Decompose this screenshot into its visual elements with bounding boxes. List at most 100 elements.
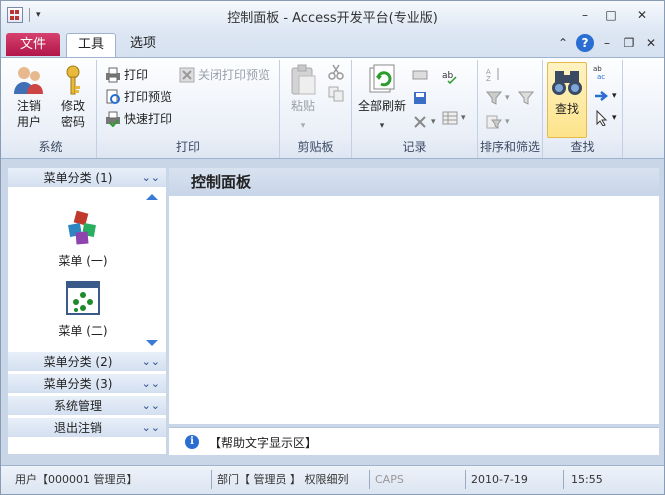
doc-restore-icon[interactable]: ❐ (620, 34, 638, 52)
content-title: 控制面板 (169, 168, 659, 196)
collapse-ribbon-icon[interactable]: ⌃ (554, 34, 572, 52)
window-controls: – □ ✕ (572, 5, 660, 25)
print-preview-icon (105, 89, 121, 105)
doc-minimize-icon[interactable]: – (598, 34, 616, 52)
cut-button[interactable] (328, 64, 344, 80)
ribbon-right-controls: ⌃ ? – ❐ ✕ (554, 34, 660, 52)
tab-options[interactable]: 选项 (121, 33, 165, 57)
replace-button[interactable]: ab ac (593, 64, 609, 81)
new-record-icon (412, 66, 428, 82)
help-icon[interactable]: ? (576, 34, 594, 52)
quick-print-icon (105, 111, 121, 127)
new-record-button[interactable] (412, 66, 428, 82)
nav-category-1[interactable]: 菜单分类 (1) ⌄⌄ (8, 168, 166, 188)
advanced-filter-button[interactable]: ▾ (486, 114, 510, 130)
spelling-icon: ab (442, 68, 458, 85)
chevron-down-icon: ⌄⌄ (141, 377, 160, 390)
svg-text:ac: ac (597, 73, 605, 80)
close-button[interactable]: ✕ (624, 5, 660, 25)
delete-icon (412, 114, 428, 130)
save-icon (412, 90, 428, 106)
binoculars-icon (550, 67, 584, 99)
close-preview-icon (179, 67, 195, 83)
users-icon (12, 64, 46, 96)
menu-item-1[interactable]: 菜单 (一) (38, 210, 128, 269)
key-icon (56, 64, 90, 96)
info-icon: i (185, 435, 199, 449)
toggle-filter-button[interactable] (517, 90, 535, 106)
paste-button[interactable]: 粘贴 ▾ (286, 64, 320, 134)
paste-dropdown-icon[interactable]: ▾ (286, 118, 320, 134)
copy-icon (328, 86, 344, 102)
refresh-icon (365, 64, 399, 96)
refresh-all-button[interactable]: 全部刷新 ▾ (356, 64, 408, 134)
logout-user-button[interactable]: 注销用户 (11, 64, 47, 130)
close-print-preview-button[interactable]: 关闭打印预览 (179, 66, 270, 83)
quick-print-button[interactable]: 快速打印 (105, 110, 172, 127)
minimize-button[interactable]: – (572, 5, 598, 25)
workspace: 菜单分类 (1) ⌄⌄ 菜单 (一) 菜单 (二) 菜单分类 (2) ⌄⌄ 菜单… (1, 159, 664, 465)
status-bar: 用户【000001 管理员】 部门【 管理员 】 权限细列 CAPS 2010-… (1, 465, 664, 494)
printer-icon (105, 67, 121, 83)
group-print: 打印 打印预览 快速打印 关闭打印预览 打印 (97, 60, 280, 158)
spelling-button[interactable]: ab (442, 68, 458, 85)
advanced-filter-icon (486, 114, 502, 130)
nav-category-logout[interactable]: 退出注销 ⌄⌄ (8, 418, 166, 438)
save-record-button[interactable] (412, 90, 428, 106)
find-label: 查找 (554, 102, 579, 116)
sort-asc-button[interactable]: AZ (486, 66, 502, 83)
tab-file[interactable]: 文件 (6, 33, 60, 56)
scroll-up-icon[interactable] (146, 194, 158, 200)
status-time: 15:55 (571, 473, 603, 486)
refresh-dropdown-icon[interactable]: ▾ (356, 118, 408, 134)
content-area: 控制面板 (169, 168, 659, 424)
menu-item-2-label: 菜单 (二) (58, 324, 108, 338)
nav-category-2[interactable]: 菜单分类 (2) ⌄⌄ (8, 352, 166, 372)
change-password-label: 修改密码 (60, 99, 85, 129)
window-title: 控制面板 - Access开发平台(专业版) (227, 11, 438, 26)
status-separator (465, 470, 466, 489)
more-records-button[interactable]: ▾ (442, 110, 466, 126)
title-bar: ▾ 控制面板 - Access开发平台(专业版) – □ ✕ (1, 1, 664, 31)
logout-user-label: 注销用户 (16, 99, 41, 129)
print-button[interactable]: 打印 (105, 66, 148, 83)
chevron-down-icon: ⌄⌄ (141, 171, 160, 184)
tab-tools[interactable]: 工具 (66, 33, 116, 57)
filter-icon (485, 90, 503, 106)
chevron-down-icon: ⌄⌄ (141, 399, 160, 412)
status-user: 用户【000001 管理员】 (15, 473, 138, 486)
svg-text:Z: Z (486, 75, 491, 82)
print-preview-label: 打印预览 (124, 90, 173, 104)
group-sort-filter-label: 排序和筛选 (479, 140, 540, 154)
svg-text:ab: ab (593, 65, 602, 73)
group-records-label: 记录 (402, 140, 427, 154)
delete-record-button[interactable]: ▾ (412, 114, 436, 130)
print-preview-button[interactable]: 打印预览 (105, 88, 172, 105)
group-find-label: 查找 (570, 140, 595, 154)
ribbon: 注销用户 修改密码 系统 打印 打印预览 快速打印 关闭打印预览 打印 粘贴 ▾… (1, 57, 664, 159)
svg-text:ab: ab (442, 71, 454, 81)
select-button[interactable]: ▾ (593, 109, 617, 127)
group-sort-filter: AZ ▾ ▾ 排序和筛选 (478, 60, 543, 158)
status-separator (369, 470, 370, 489)
goto-button[interactable]: ▾ (593, 88, 617, 104)
app-window: ▾ 控制面板 - Access开发平台(专业版) – □ ✕ 文件 工具 选项 … (0, 0, 665, 495)
filter-button[interactable]: ▾ (485, 90, 510, 106)
nav-category-system[interactable]: 系统管理 ⌄⌄ (8, 396, 166, 416)
maximize-button[interactable]: □ (598, 5, 624, 25)
scissors-icon (328, 64, 344, 80)
close-print-preview-label: 关闭打印预览 (198, 68, 271, 82)
funnel-icon (517, 90, 535, 106)
change-password-button[interactable]: 修改密码 (55, 64, 91, 130)
group-clipboard-label: 剪贴板 (297, 140, 334, 154)
find-button[interactable]: 查找 (547, 62, 587, 138)
nav-category-3[interactable]: 菜单分类 (3) ⌄⌄ (8, 374, 166, 394)
group-records: 全部刷新 ▾ ▾ ab ▾ 记录 (352, 60, 478, 158)
copy-button[interactable] (328, 86, 344, 102)
sort-asc-icon: AZ (486, 66, 502, 83)
scroll-down-icon[interactable] (146, 340, 158, 346)
doc-close-icon[interactable]: ✕ (642, 34, 660, 52)
navigation-pane: 菜单分类 (1) ⌄⌄ 菜单 (一) 菜单 (二) 菜单分类 (2) ⌄⌄ 菜单… (8, 168, 166, 454)
help-text: 【帮助文字显示区】 (209, 436, 318, 450)
menu-item-2[interactable]: 菜单 (二) (38, 280, 128, 339)
